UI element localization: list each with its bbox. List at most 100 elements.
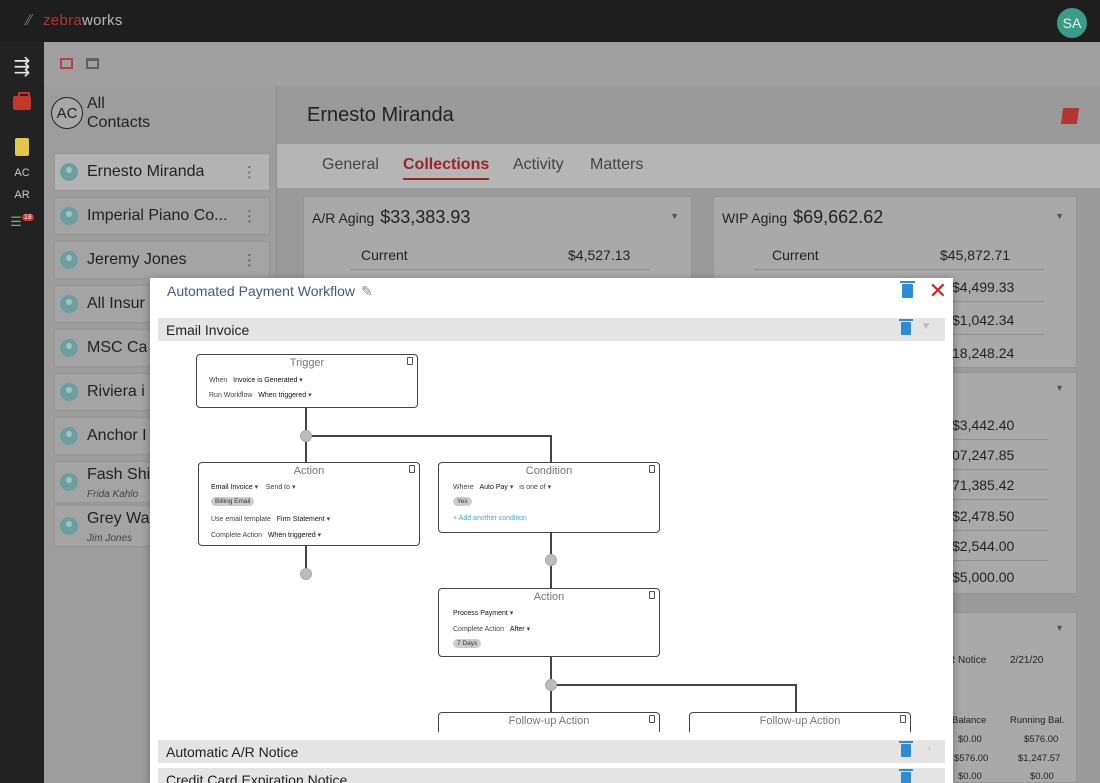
chevron-right-icon[interactable]: › [928, 743, 931, 754]
tab-general[interactable]: General [322, 156, 379, 174]
section-title: Automatic A/R Notice [166, 744, 299, 760]
person-icon [60, 473, 78, 491]
node-title: Condition [525, 465, 573, 477]
add-step-node[interactable] [300, 568, 312, 580]
view-toolbar [44, 42, 1100, 86]
contact-name: Riviera i [87, 383, 145, 400]
rail-ar[interactable]: AR [0, 189, 44, 201]
trash-icon[interactable] [899, 319, 913, 335]
balance-cell: $0.00 [958, 771, 982, 782]
followup-node[interactable]: Follow-up Action [438, 712, 660, 732]
complete-value[interactable]: After [510, 626, 525, 633]
contact-subtitle: Frida Kahlo [87, 489, 139, 500]
condition-node[interactable]: Condition Where Auto Pay ▾ is one of ▾ Y… [438, 462, 660, 533]
contact-subtitle: Jim Jones [87, 533, 133, 544]
section-credit-card-expiration[interactable]: Credit Card Expiration Notice [158, 768, 945, 783]
delete-node-icon[interactable] [649, 465, 655, 473]
wip-current-label: Current [772, 247, 819, 263]
page-title: Ernesto Miranda [307, 104, 454, 126]
ar-aging-amount: $33,383.93 [380, 207, 471, 227]
contact-name: Jeremy Jones [87, 251, 187, 268]
rail-matters[interactable] [0, 92, 44, 115]
kebab-menu-icon[interactable]: ⋮ [242, 251, 257, 269]
trigger-when-value[interactable]: Invoice is Generated [233, 377, 297, 384]
list-item[interactable]: Imperial Piano Co... ⋮ [54, 197, 270, 235]
delay-chip[interactable]: 7 Days [453, 639, 482, 648]
trigger-run-value[interactable]: When triggered [258, 392, 306, 399]
list-item[interactable]: Ernesto Miranda ⋮ [54, 153, 270, 191]
chevron-down-icon[interactable]: ▼ [1055, 623, 1064, 633]
table-view-icon[interactable] [86, 58, 99, 69]
edit-contact-icon[interactable] [1060, 108, 1080, 124]
node-title: Trigger [289, 357, 325, 369]
condition-operator[interactable]: is one of [519, 484, 545, 491]
rail-ac[interactable]: AC [0, 167, 44, 179]
condition-value-chip[interactable]: Yes [453, 497, 472, 506]
node-title: Follow-up Action [759, 715, 841, 727]
aging-value: $5,000.00 [952, 569, 1015, 585]
trigger-node[interactable]: Trigger When Invoice is Generated ▾ Run … [196, 354, 418, 408]
card-view-icon[interactable] [60, 58, 73, 69]
recipient-chip[interactable]: Billing Email [211, 497, 255, 506]
pencil-icon[interactable]: ✎ [361, 283, 373, 299]
running-cell: $1,247.57 [1018, 753, 1061, 764]
section-email-invoice[interactable]: Email Invoice ▼ [158, 318, 945, 341]
person-icon [60, 207, 78, 225]
add-step-node[interactable] [545, 554, 557, 566]
contact-name: Anchor I [87, 427, 147, 444]
complete-value[interactable]: When triggered [268, 532, 316, 539]
left-rail: ⇶ AC AR ☰ 18 [0, 42, 44, 783]
trash-icon[interactable] [900, 281, 915, 298]
all-contacts-header[interactable]: AC All Contacts [51, 94, 150, 132]
list-item[interactable]: Jeremy Jones ⋮ [54, 241, 270, 279]
followup-node[interactable]: Follow-up Action [689, 712, 911, 732]
template-value[interactable]: Firm Statement [277, 516, 325, 523]
section-automatic-ar-notice[interactable]: Automatic A/R Notice › [158, 740, 945, 763]
kebab-menu-icon[interactable]: ⋮ [242, 163, 257, 181]
top-bar: ⫽ zebraworks SA [0, 0, 1100, 42]
field-label: When [209, 377, 228, 384]
wip-value: 18,248.24 [952, 345, 1015, 361]
close-icon[interactable]: ✕ [929, 278, 947, 304]
delete-node-icon[interactable] [900, 715, 906, 723]
action-type-value[interactable]: Process Payment [453, 610, 508, 617]
node-title: Follow-up Action [508, 715, 590, 727]
action-node[interactable]: Action Email Invoice ▾ Send to ▾ Billing… [198, 462, 420, 546]
field-label: Use email template [211, 516, 271, 523]
delete-node-icon[interactable] [649, 715, 655, 723]
kebab-menu-icon[interactable]: ⋮ [242, 207, 257, 225]
field-label: Send to [265, 484, 291, 491]
chevron-down-icon[interactable]: ▼ [670, 211, 679, 221]
modal-title: Automated Payment Workflow [167, 283, 356, 299]
trash-icon[interactable] [899, 741, 913, 757]
wip-value: $4,499.33 [952, 279, 1015, 295]
node-title: Action [293, 465, 325, 477]
rail-contacts[interactable] [0, 138, 44, 161]
condition-field-value[interactable]: Auto Pay [479, 484, 507, 491]
collapse-menu-icon[interactable]: ⇶ [0, 54, 44, 79]
tab-matters[interactable]: Matters [590, 156, 643, 174]
chevron-down-icon[interactable]: ▼ [1055, 383, 1064, 393]
chevron-down-icon[interactable]: ▼ [1055, 211, 1064, 221]
rail-tasks[interactable]: ☰ 18 [0, 214, 44, 230]
trash-icon[interactable] [899, 769, 913, 783]
chevron-down-icon[interactable]: ▼ [921, 321, 931, 332]
workflow-canvas: Trigger When Invoice is Generated ▾ Run … [158, 342, 945, 732]
add-step-node[interactable] [545, 679, 557, 691]
delete-node-icon[interactable] [409, 465, 415, 473]
col-running-balance: Running Bal. [1010, 715, 1065, 726]
delete-node-icon[interactable] [407, 357, 413, 365]
tab-activity[interactable]: Activity [513, 156, 564, 174]
add-condition-link[interactable]: + Add another condition [453, 515, 527, 522]
delete-node-icon[interactable] [649, 591, 655, 599]
person-icon [60, 295, 78, 313]
ar-current-label: Current [361, 247, 408, 263]
wip-value: $1,042.34 [952, 312, 1015, 328]
action-node[interactable]: Action Process Payment ▾ Complete Action… [438, 588, 660, 657]
action-type-value[interactable]: Email Invoice [211, 484, 253, 491]
balance-cell: $0.00 [958, 734, 982, 745]
add-step-node[interactable] [300, 430, 312, 442]
tab-collections[interactable]: Collections [403, 156, 490, 180]
user-avatar[interactable]: SA [1057, 8, 1087, 38]
brand-logo[interactable]: ⫽ zebraworks [24, 12, 123, 29]
